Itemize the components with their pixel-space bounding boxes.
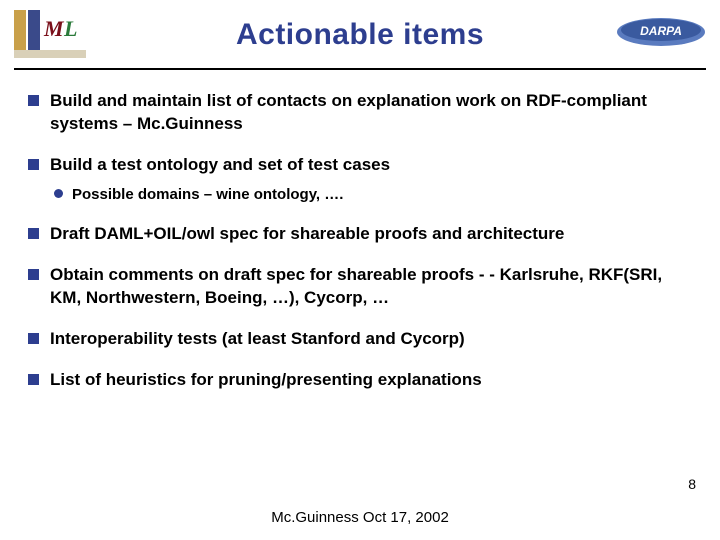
page-number: 8 — [688, 476, 696, 492]
sub-bullet-text: Possible domains – wine ontology, …. — [72, 186, 343, 203]
bullet-item: Interoperability tests (at least Stanfor… — [28, 328, 692, 351]
slide-title: Actionable items — [14, 0, 706, 52]
sub-bullet-item: Possible domains – wine ontology, …. — [50, 185, 692, 205]
bullet-list: Build and maintain list of contacts on e… — [28, 90, 692, 392]
svg-text:DARPA: DARPA — [640, 24, 682, 38]
svg-text:M: M — [43, 16, 65, 41]
bullet-text: Build and maintain list of contacts on e… — [50, 91, 647, 133]
bullet-text: List of heuristics for pruning/presentin… — [50, 370, 482, 389]
bullet-text: Build a test ontology and set of test ca… — [50, 155, 390, 174]
bullet-item: Draft DAML+OIL/owl spec for shareable pr… — [28, 223, 692, 246]
sub-bullet-list: Possible domains – wine ontology, …. — [50, 185, 692, 205]
bullet-item: Build a test ontology and set of test ca… — [28, 154, 692, 205]
svg-text:L: L — [63, 16, 77, 41]
bullet-text: Interoperability tests (at least Stanfor… — [50, 329, 465, 348]
bullet-item: Obtain comments on draft spec for sharea… — [28, 264, 692, 310]
bullet-text: Obtain comments on draft spec for sharea… — [50, 265, 662, 307]
slide-content: Build and maintain list of contacts on e… — [0, 70, 720, 392]
darpa-logo: DARPA — [616, 14, 706, 50]
bullet-item: Build and maintain list of contacts on e… — [28, 90, 692, 136]
daml-logo: M L — [14, 8, 86, 58]
slide-footer: Mc.Guinness Oct 17, 2002 — [0, 509, 720, 526]
bullet-item: List of heuristics for pruning/presentin… — [28, 369, 692, 392]
slide-header: M L Actionable items DARPA — [14, 0, 706, 70]
bullet-text: Draft DAML+OIL/owl spec for shareable pr… — [50, 224, 564, 243]
